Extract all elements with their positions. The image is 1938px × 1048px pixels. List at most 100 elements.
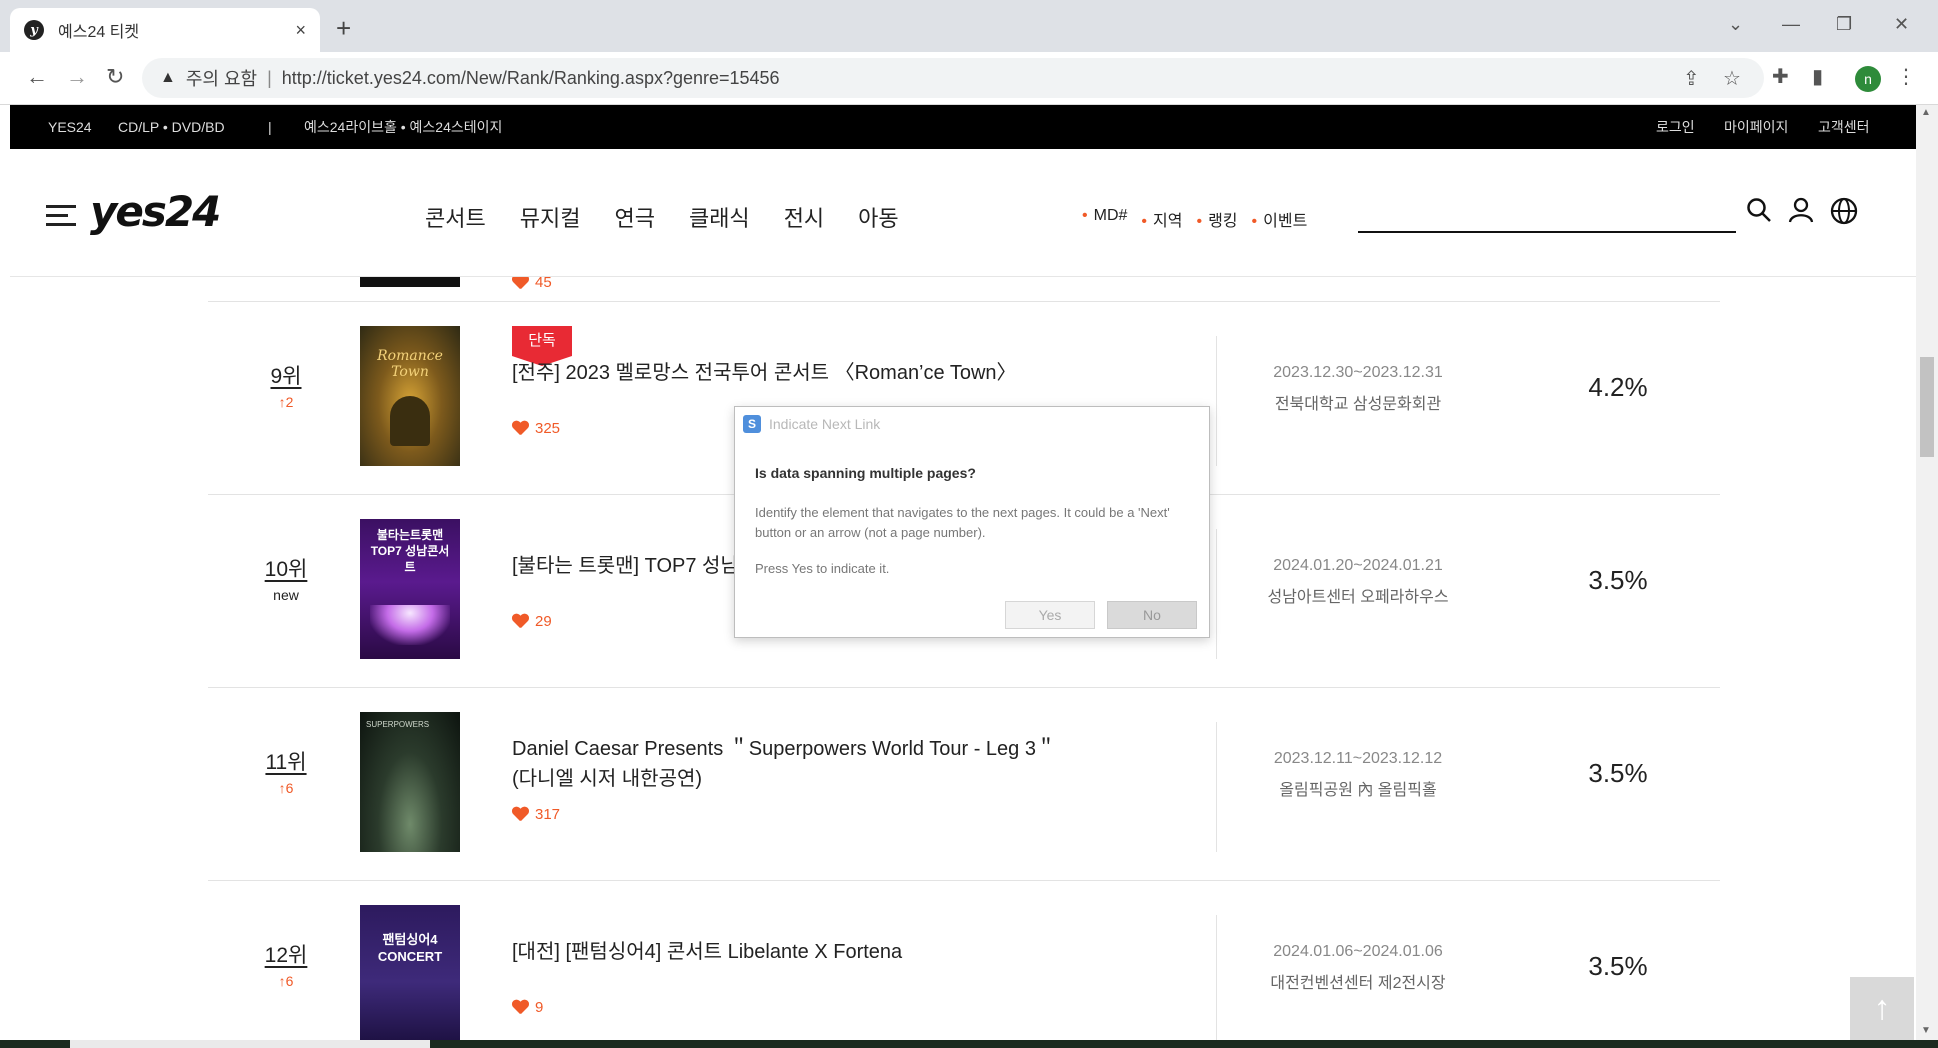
dialog-title: Indicate Next Link (769, 416, 881, 432)
reload-icon[interactable]: ↻ (106, 64, 124, 90)
tab-title: 예스24 티켓 (58, 24, 140, 41)
warning-triangle-icon[interactable]: ▲ (160, 69, 176, 87)
genre-kids[interactable]: 아동 (858, 201, 898, 233)
topbar-link-login[interactable]: 로그인 (1656, 117, 1695, 137)
submenu-ranking[interactable]: • 랭킹 (1196, 207, 1237, 231)
browser-tab[interactable]: y 예스24 티켓 × (10, 8, 320, 52)
search-icon[interactable] (1746, 197, 1772, 230)
close-window-icon[interactable]: ✕ (1894, 14, 1909, 35)
rank-change: ↑2 (278, 394, 294, 410)
browser-menu-icon[interactable]: ⋮ (1896, 64, 1916, 89)
heart-icon (512, 1000, 529, 1015)
likes-count[interactable]: 325 (512, 420, 560, 437)
dialog-hint: Press Yes to indicate it. (755, 561, 890, 576)
topbar-link-cd-dvd[interactable]: CD/LP • DVD/BD (118, 119, 225, 135)
rank-number[interactable]: 11위 (256, 746, 316, 776)
topbar-link-mypage[interactable]: 마이페이지 (1724, 117, 1788, 137)
genre-play[interactable]: 연극 (614, 201, 654, 233)
globe-icon[interactable] (1830, 197, 1858, 232)
poster-title-text: 불타는트롯맨 TOP7 성남콘서트 (370, 528, 450, 574)
poster-title-text: Romance Town (377, 348, 443, 380)
back-arrow-icon[interactable]: ← (26, 64, 48, 90)
ranking-row: 12위 ↑6 팬텀싱어4 CONCERT [대전] [팬텀싱어4] 콘서트 Li… (208, 880, 1720, 1040)
close-tab-icon[interactable]: × (295, 20, 306, 41)
vertical-scrollbar[interactable]: ▲ ▼ (1916, 105, 1938, 1040)
likes-count[interactable]: 9 (512, 999, 543, 1016)
performance-title[interactable]: [대전] [팬텀싱어4] 콘서트 Libelante X Fortena (512, 937, 1132, 967)
booking-share: 4.2% (1588, 372, 1648, 402)
security-label[interactable]: 주의 요함 (186, 65, 257, 91)
submenu-region[interactable]: • 지역 (1141, 207, 1182, 231)
browser-tabstrip: y 예스24 티켓 × + ⌄ — ❐ ✕ (0, 0, 1938, 52)
performance-venue: 성남아트센터 오페라하우스 (1267, 589, 1449, 606)
genre-menu: 콘서트 뮤지컬 연극 클래식 전시 아동 (425, 201, 899, 233)
rank-number[interactable]: 12위 (256, 939, 316, 969)
scrollbar-thumb[interactable] (1920, 357, 1934, 457)
poster-image[interactable]: Romance Town (360, 326, 460, 466)
poster-image[interactable]: 불타는트롯맨 TOP7 성남콘서트 (360, 519, 460, 659)
submenu-event[interactable]: • 이벤트 (1252, 207, 1308, 231)
likes-count[interactable]: 29 (512, 613, 552, 630)
topbar-link-yes24[interactable]: YES24 (48, 119, 92, 135)
main-header: yes24 콘서트 뮤지컬 연극 클래식 전시 아동 • MD# • 지역 • 랭킹 … (10, 149, 1916, 277)
genre-concert[interactable]: 콘서트 (425, 201, 486, 233)
rank-change: ↑6 (278, 780, 294, 796)
heart-icon (512, 421, 529, 436)
genre-classic[interactable]: 클래식 (689, 201, 750, 233)
side-panel-icon[interactable]: ▮ (1812, 64, 1823, 89)
new-tab-button[interactable]: + (336, 14, 351, 42)
indicate-next-link-dialog: S Indicate Next Link Is data spanning mu… (734, 406, 1210, 638)
topbar-link-livehall[interactable]: 예스24라이브홀 • 예스24스테이지 (304, 117, 502, 137)
dialog-description: Identify the element that navigates to t… (755, 505, 1170, 540)
rank-change: new (273, 587, 299, 603)
url-text[interactable]: http://ticket.yes24.com/New/Rank/Ranking… (282, 68, 780, 89)
dialog-question: Is data spanning multiple pages? (755, 465, 976, 481)
scroll-up-arrow-icon[interactable]: ▲ (1921, 107, 1931, 118)
horizontal-scrollbar-thumb[interactable] (70, 1040, 430, 1048)
booking-share: 3.5% (1588, 951, 1648, 981)
column-divider (1216, 915, 1217, 1040)
performance-title[interactable]: [전주] 2023 멜로망스 전국투어 콘서트 〈Roman’ce Town〉 (512, 358, 1132, 388)
likes-count[interactable]: 317 (512, 806, 560, 823)
scroll-down-arrow-icon[interactable]: ▼ (1921, 1025, 1931, 1036)
performance-venue: 올림픽공원 內 올림픽홀 (1279, 782, 1437, 799)
poster-image[interactable]: SUPERPOWERS (360, 712, 460, 852)
extensions-puzzle-icon[interactable]: ✚ (1772, 64, 1789, 89)
forward-arrow-icon[interactable]: → (66, 64, 88, 90)
scroll-to-top-button[interactable]: ↑ (1850, 977, 1914, 1040)
booking-share: 3.5% (1588, 758, 1648, 788)
genre-musical[interactable]: 뮤지컬 (520, 201, 581, 233)
rank-number[interactable]: 10위 (256, 553, 316, 583)
logo-text: yes24 (90, 187, 221, 236)
hamburger-menu-icon[interactable] (46, 205, 76, 226)
yes-button[interactable]: Yes (1005, 601, 1095, 629)
no-button[interactable]: No (1107, 601, 1197, 629)
previous-likes-fragment: 45 (512, 275, 552, 289)
tab-search-icon[interactable]: ⌄ (1728, 14, 1743, 35)
previous-poster-fragment (360, 277, 460, 287)
performance-venue: 대전컨벤션센터 제2전시장 (1270, 975, 1446, 992)
bookmark-star-icon[interactable]: ☆ (1723, 66, 1741, 91)
poster-image[interactable]: 팬텀싱어4 CONCERT (360, 905, 460, 1040)
topbar-link-customer-center[interactable]: 고객센터 (1818, 117, 1870, 137)
performance-venue: 전북대학교 삼성문화회관 (1274, 396, 1442, 413)
yes24-favicon-icon: y (24, 20, 44, 40)
omnibox[interactable]: ▲ 주의 요함 | http://ticket.yes24.com/New/Ra… (142, 58, 1764, 98)
restore-icon[interactable]: ❐ (1836, 14, 1852, 35)
badge-label: 단독 (512, 326, 572, 356)
share-icon[interactable]: ⇪ (1683, 66, 1700, 91)
rank-number[interactable]: 9위 (256, 360, 316, 390)
ranking-row: 11위 ↑6 SUPERPOWERS Daniel Caesar Present… (208, 687, 1720, 880)
genre-exhibition[interactable]: 전시 (784, 201, 824, 233)
profile-avatar[interactable]: n (1855, 66, 1881, 92)
search-input[interactable] (1358, 195, 1736, 233)
dialog-header: S Indicate Next Link (743, 415, 880, 433)
user-icon[interactable] (1788, 197, 1814, 230)
title-line-1: Daniel Caesar Presents ＂Superpowers Worl… (512, 738, 1056, 760)
performance-title[interactable]: Daniel Caesar Presents ＂Superpowers Worl… (512, 734, 1132, 794)
yes24-logo[interactable]: yes24 (90, 187, 221, 236)
submenu-md[interactable]: • MD# (1082, 207, 1127, 231)
title-line-2: (다니엘 시저 내한공연) (512, 768, 703, 790)
poster-title-text: SUPERPOWERS (366, 720, 430, 729)
minimize-icon[interactable]: — (1782, 14, 1800, 35)
